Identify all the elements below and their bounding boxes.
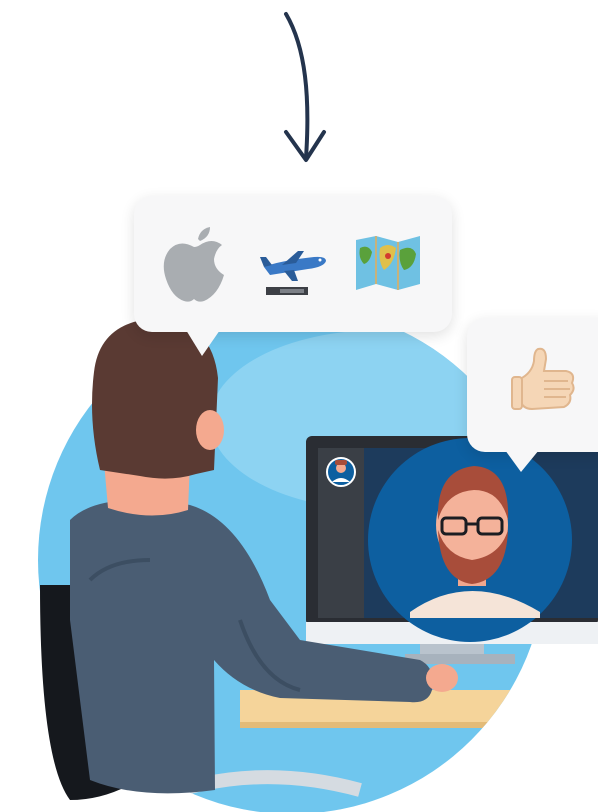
map-icon <box>356 236 420 290</box>
speech-bubble-tail <box>186 330 220 356</box>
speech-bubble-tail-reaction <box>505 450 539 472</box>
apple-icon <box>163 227 224 302</box>
airplane-icon <box>260 251 326 295</box>
thumbs-up-icon <box>511 347 575 411</box>
video-call-illustration <box>0 0 598 812</box>
